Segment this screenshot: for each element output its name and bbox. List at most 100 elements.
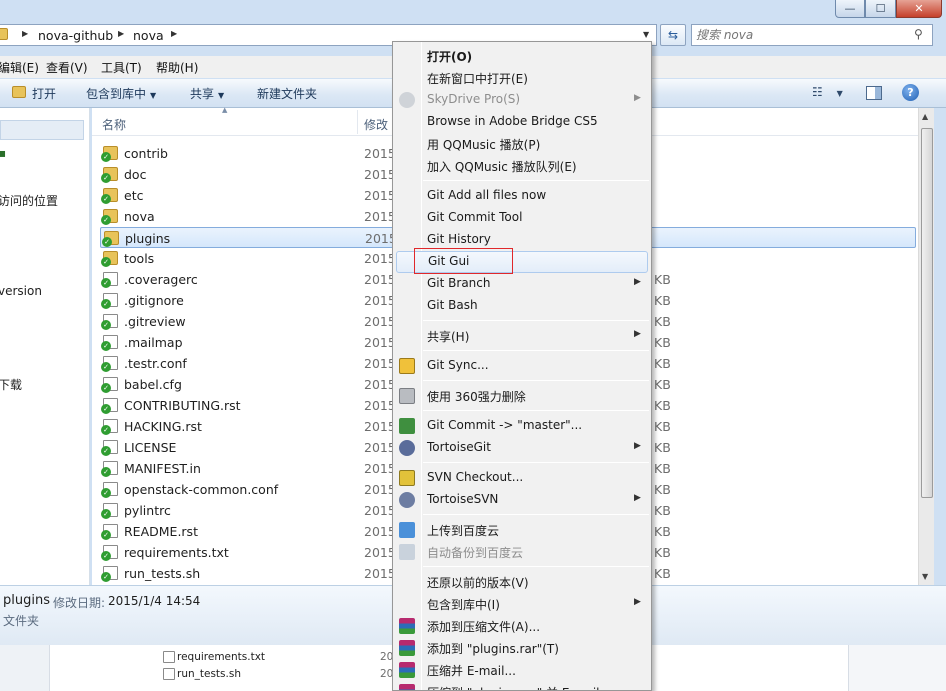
menu-item-h[interactable]: 共享(H) ▶ xyxy=(393,325,651,347)
menu-item-label: 自动备份到百度云 xyxy=(427,546,524,560)
preview-pane-icon[interactable] xyxy=(866,86,882,100)
menu-item-label: 上传到百度云 xyxy=(427,524,500,538)
menu-item-label: 打开(O) xyxy=(427,50,473,64)
file-name: .gitreview xyxy=(124,314,186,329)
column-divider[interactable] xyxy=(357,110,358,134)
column-name[interactable]: 名称 xyxy=(102,116,126,133)
address-dropdown-icon[interactable]: ▼ xyxy=(643,30,649,39)
menu-item-git-gui[interactable]: Git Gui xyxy=(396,251,648,273)
menu-item-git-commit-master[interactable]: Git Commit -> "master"... xyxy=(393,415,651,437)
menu-view[interactable]: 查看(V) xyxy=(46,59,88,76)
file-icon: ✓ xyxy=(101,314,118,330)
breadcrumb-nova[interactable]: nova xyxy=(133,28,164,43)
menu-item-i[interactable]: 包含到库中(I) ▶ xyxy=(393,593,651,615)
winrar-icon xyxy=(399,640,415,656)
nav-marker: ▪ xyxy=(0,146,7,160)
menu-item-e[interactable]: 在新窗口中打开(E) xyxy=(393,67,651,89)
menu-item[interactable]: 自动备份到百度云 xyxy=(393,541,651,563)
breadcrumb-nova-github[interactable]: nova-github xyxy=(38,28,113,43)
menu-item-qqmusic-e[interactable]: 加入 QQMusic 播放队列(E) xyxy=(393,155,651,177)
file-name: README.rst xyxy=(124,524,198,539)
menu-item-a[interactable]: 添加到压缩文件(A)... xyxy=(393,615,651,637)
menu-item-skydrive-pro-s[interactable]: SkyDrive Pro(S) ▶ xyxy=(393,89,651,111)
folder-icon: ✓ xyxy=(101,209,118,225)
file-name: .gitignore xyxy=(124,293,184,308)
menu-item-o[interactable]: 打开(O) xyxy=(393,45,651,67)
submenu-arrow-icon: ▶ xyxy=(634,597,641,607)
submenu-arrow-icon: ▶ xyxy=(634,93,641,103)
file-size: KB xyxy=(654,293,671,308)
shredder-icon xyxy=(399,388,415,404)
open-folder-icon xyxy=(12,86,26,98)
menu-item-plugins-rar-t[interactable]: 添加到 "plugins.rar"(T) xyxy=(393,637,651,659)
scroll-up-icon[interactable]: ▲ xyxy=(922,112,928,121)
refresh-button[interactable]: ⇆ xyxy=(660,24,686,46)
menu-item-git-add-all-files-now[interactable]: Git Add all files now xyxy=(393,185,651,207)
svn-normal-overlay-icon: ✓ xyxy=(101,509,111,519)
close-button[interactable]: ✕ xyxy=(896,0,942,18)
search-input[interactable] xyxy=(696,27,906,43)
winrar-icon xyxy=(399,662,415,678)
scrollbar-thumb[interactable] xyxy=(921,128,933,498)
winrar-icon xyxy=(399,684,415,690)
svn-normal-overlay-icon: ✓ xyxy=(101,278,111,288)
menu-separator xyxy=(423,180,649,181)
nav-version[interactable]: version xyxy=(0,284,42,298)
menu-item[interactable]: 上传到百度云 xyxy=(393,519,651,541)
search-icon[interactable]: ⚲ xyxy=(914,27,923,41)
menu-item-label: 使用 360强力删除 xyxy=(427,390,526,404)
breadcrumb-chevron-icon[interactable]: ▶ xyxy=(118,29,124,38)
file-icon: ✓ xyxy=(101,272,118,288)
menu-help[interactable]: 帮助(H) xyxy=(156,59,198,76)
menu-item-git-history[interactable]: Git History xyxy=(393,229,651,251)
menu-item-v[interactable]: 还原以前的版本(V) xyxy=(393,571,651,593)
menu-item-360[interactable]: 使用 360强力删除 xyxy=(393,385,651,407)
menu-item-label: TortoiseGit xyxy=(427,440,491,454)
search-box[interactable]: ⚲ xyxy=(691,24,933,46)
menu-item-git-commit-tool[interactable]: Git Commit Tool xyxy=(393,207,651,229)
svn-normal-overlay-icon: ✓ xyxy=(101,383,111,393)
menu-item-label: SkyDrive Pro(S) xyxy=(427,92,521,106)
share-button[interactable]: 共享 ▼ xyxy=(190,85,224,102)
menu-item-qqmusic-p[interactable]: 用 QQMusic 播放(P) xyxy=(393,133,651,155)
menu-item-e-mail[interactable]: 压缩并 E-mail... xyxy=(393,659,651,681)
nav-recent-places[interactable]: 访问的位置 xyxy=(0,192,58,209)
svn-normal-overlay-icon: ✓ xyxy=(101,173,111,183)
file-name: HACKING.rst xyxy=(124,419,202,434)
menu-item-git-sync[interactable]: Git Sync... xyxy=(393,355,651,377)
chevron-down-icon: ▼ xyxy=(150,91,157,100)
menu-item-git-bash[interactable]: Git Bash xyxy=(393,295,651,317)
menu-edit[interactable]: 编辑(E) xyxy=(0,59,39,76)
svn-normal-overlay-icon: ✓ xyxy=(102,237,112,247)
menu-item-git-branch[interactable]: Git Branch ▶ xyxy=(393,273,651,295)
menu-item-tortoisesvn[interactable]: TortoiseSVN ▶ xyxy=(393,489,651,511)
file-size: KB xyxy=(654,356,671,371)
vertical-scrollbar[interactable]: ▲ ▼ xyxy=(918,108,934,585)
file-icon xyxy=(163,651,175,663)
menu-item-browse-in-adobe-bridge-cs5[interactable]: Browse in Adobe Bridge CS5 xyxy=(393,111,651,133)
menu-item-svn-checkout[interactable]: SVN Checkout... xyxy=(393,467,651,489)
scroll-down-icon[interactable]: ▼ xyxy=(922,572,928,581)
menu-item-label: 添加到 "plugins.rar"(T) xyxy=(427,642,559,656)
new-folder-button[interactable]: 新建文件夹 xyxy=(257,85,317,102)
open-button[interactable]: 打开 xyxy=(32,85,56,102)
menu-item-label: Git History xyxy=(427,232,491,246)
file-name: MANIFEST.in xyxy=(124,461,201,476)
menu-tools[interactable]: 工具(T) xyxy=(101,59,142,76)
change-view-button[interactable]: ☷ ▼ xyxy=(812,85,843,99)
minimize-button[interactable]: — xyxy=(835,0,865,18)
breadcrumb-chevron-icon[interactable]: ▶ xyxy=(22,29,28,38)
menu-item-plugins-rar-e-mail[interactable]: 压缩到 "plugins.rar" 并 E-mail xyxy=(393,681,651,690)
view-list-icon: ☷ xyxy=(812,85,823,99)
menu-item-label: 用 QQMusic 播放(P) xyxy=(427,138,541,152)
nav-downloads[interactable]: 下载 xyxy=(0,376,22,393)
maximize-button[interactable]: ☐ xyxy=(865,0,896,18)
help-icon[interactable]: ? xyxy=(902,84,919,101)
file-name: pylintrc xyxy=(124,503,171,518)
breadcrumb-chevron-icon[interactable]: ▶ xyxy=(171,29,177,38)
include-library-button[interactable]: 包含到库中 ▼ xyxy=(86,85,156,102)
nav-favorites-header[interactable] xyxy=(0,120,84,140)
svn-normal-overlay-icon: ✓ xyxy=(101,467,111,477)
column-modified[interactable]: 修改 xyxy=(364,116,388,133)
menu-item-tortoisegit[interactable]: TortoiseGit ▶ xyxy=(393,437,651,459)
